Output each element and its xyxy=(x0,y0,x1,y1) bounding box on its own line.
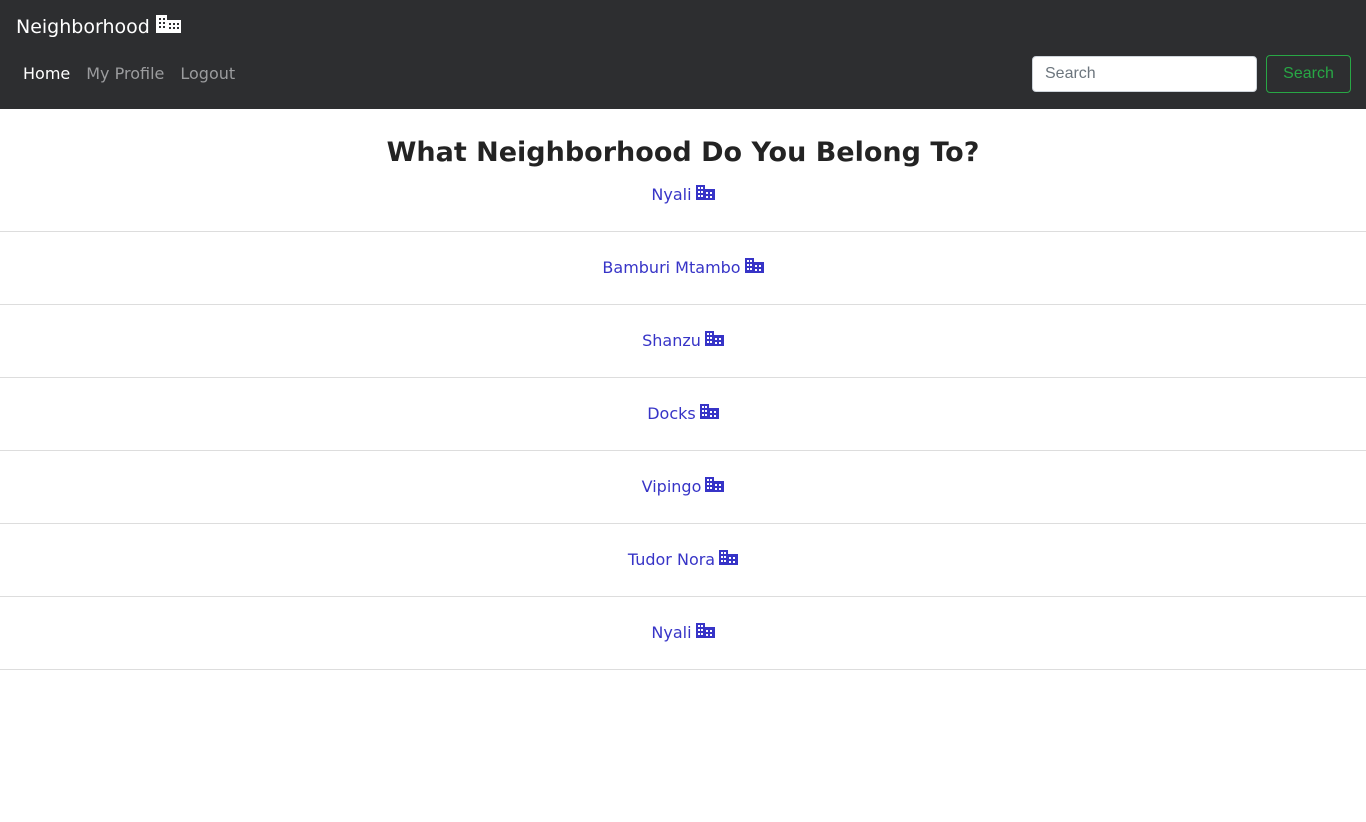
nav-home-link[interactable]: Home xyxy=(23,62,70,86)
neighborhood-link[interactable]: Nyali xyxy=(651,621,715,645)
building-icon xyxy=(705,475,725,499)
neighborhood-link[interactable]: Bamburi Mtambo xyxy=(602,256,764,280)
building-icon xyxy=(719,548,739,572)
building-icon xyxy=(699,402,719,426)
list-item: Docks xyxy=(0,378,1366,451)
search-button[interactable]: Search xyxy=(1266,55,1351,93)
nav-logout-link[interactable]: Logout xyxy=(180,62,235,86)
building-icon xyxy=(744,256,764,280)
neighborhood-name: Vipingo xyxy=(641,477,702,496)
neighborhood-link[interactable]: Shanzu xyxy=(642,329,724,353)
list-item: Vipingo xyxy=(0,451,1366,524)
neighborhood-list: Nyali Bamburi Mtambo Shanzu Docks Viping… xyxy=(0,159,1366,670)
building-icon xyxy=(695,621,715,645)
neighborhood-name: Nyali xyxy=(651,185,692,204)
neighborhood-link[interactable]: Nyali xyxy=(651,183,715,207)
neighborhood-name: Bamburi Mtambo xyxy=(602,258,741,277)
neighborhood-name: Tudor Nora xyxy=(627,550,716,569)
list-item: Nyali xyxy=(0,597,1366,670)
building-icon xyxy=(704,329,724,353)
list-item: Tudor Nora xyxy=(0,524,1366,597)
brand-label: Neighborhood xyxy=(16,16,150,38)
top-navbar: Neighborhood Home My Profile Logout Sear… xyxy=(0,0,1366,109)
neighborhood-name: Docks xyxy=(647,404,696,423)
brand-link[interactable]: Neighborhood xyxy=(16,13,181,41)
building-icon xyxy=(155,13,181,41)
list-item: Nyali xyxy=(0,159,1366,232)
nav-links: Home My Profile Logout xyxy=(23,62,251,86)
nav-my-profile-link[interactable]: My Profile xyxy=(86,62,164,86)
neighborhood-link[interactable]: Tudor Nora xyxy=(627,548,739,572)
list-item: Bamburi Mtambo xyxy=(0,232,1366,305)
neighborhood-link[interactable]: Docks xyxy=(647,402,719,426)
building-icon xyxy=(695,183,715,207)
neighborhood-name: Nyali xyxy=(651,623,692,642)
list-item: Shanzu xyxy=(0,305,1366,378)
neighborhood-link[interactable]: Vipingo xyxy=(642,475,725,499)
search-input[interactable] xyxy=(1032,56,1257,92)
neighborhood-name: Shanzu xyxy=(642,331,701,350)
